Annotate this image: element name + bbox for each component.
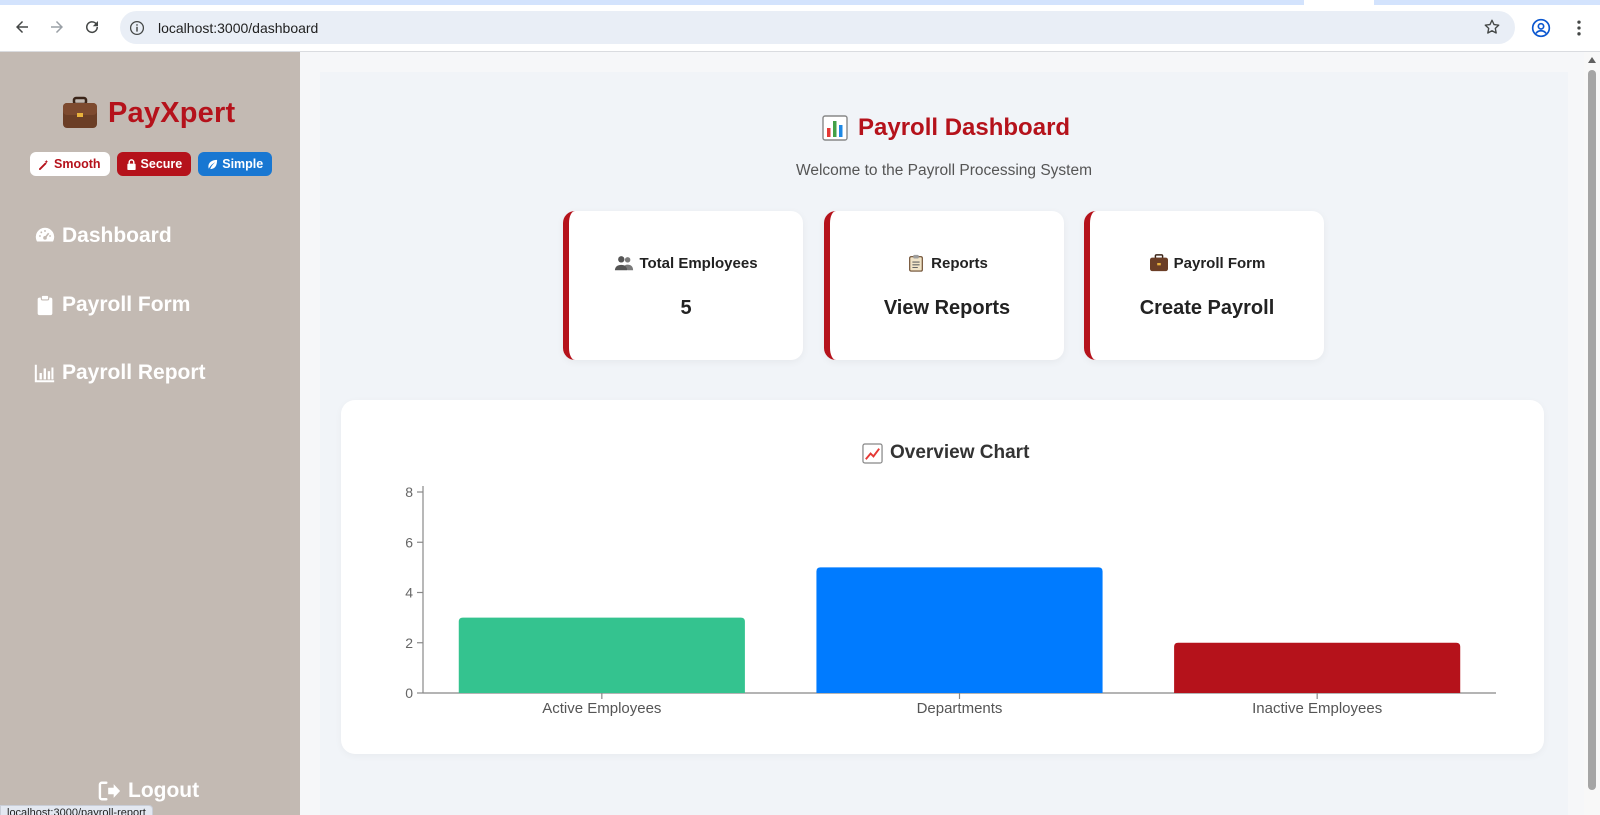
status-bar-url: localhost:3000/payroll-report bbox=[0, 805, 153, 815]
back-arrow-icon[interactable] bbox=[11, 16, 33, 38]
url-text: localhost:3000/dashboard bbox=[158, 19, 319, 36]
clipboard-icon bbox=[37, 294, 53, 316]
y-tick-label: 6 bbox=[405, 534, 413, 550]
briefcase-icon bbox=[1149, 254, 1168, 272]
more-menu-icon[interactable] bbox=[1570, 18, 1588, 38]
briefcase-icon bbox=[63, 96, 97, 128]
card-payroll-form[interactable]: Payroll Form Create Payroll bbox=[1084, 211, 1324, 360]
chart-bar bbox=[458, 617, 745, 693]
logout-label: Logout bbox=[128, 779, 200, 802]
overview-chart-card: Overview Chart 0 2 4 6 8 Active Employees Depa… bbox=[341, 400, 1544, 754]
card-header: Total Employees bbox=[569, 254, 803, 272]
y-tick-label: 4 bbox=[405, 585, 413, 601]
card-header: Reports bbox=[830, 254, 1064, 272]
x-tick-label: Active Employees bbox=[542, 700, 661, 717]
tab-strip bbox=[0, 0, 1600, 5]
logout-button[interactable]: Logout bbox=[98, 779, 199, 803]
scroll-thumb[interactable] bbox=[1588, 70, 1596, 790]
y-tick-label: 8 bbox=[405, 484, 413, 500]
badge-simple: Simple bbox=[198, 152, 273, 176]
badge-label: Simple bbox=[222, 157, 264, 171]
card-value: View Reports bbox=[883, 297, 1011, 319]
overview-bar-chart: 0 2 4 6 8 Active Employees Departments Inactive… bbox=[405, 484, 1496, 717]
bar-chart-icon bbox=[34, 364, 55, 383]
x-tick-label: Departments bbox=[917, 700, 1003, 717]
sidebar-item-payroll-form[interactable]: Payroll Form bbox=[34, 293, 190, 317]
card-reports[interactable]: Reports View Reports bbox=[824, 211, 1064, 360]
reload-icon[interactable] bbox=[81, 16, 103, 38]
y-tick-label: 2 bbox=[405, 635, 413, 651]
magic-wand-icon bbox=[39, 159, 49, 170]
sidebar-item-dashboard[interactable]: Dashboard bbox=[34, 224, 172, 248]
sidebar-item-payroll-report[interactable]: Payroll Report bbox=[34, 361, 206, 385]
site-info-icon[interactable] bbox=[128, 19, 146, 37]
card-total-employees[interactable]: Total Employees 5 bbox=[563, 211, 803, 360]
card-value: Create Payroll bbox=[1139, 297, 1275, 319]
scroll-up-arrow-icon[interactable] bbox=[1588, 57, 1596, 63]
card-title: Payroll Form bbox=[1173, 254, 1266, 272]
x-tick-label: Inactive Employees bbox=[1252, 700, 1382, 717]
sidebar: PayXpert Smooth Secure Simple Dashboard … bbox=[0, 52, 300, 815]
badge-label: Secure bbox=[140, 157, 183, 171]
sidebar-item-label: Payroll Form bbox=[62, 293, 191, 316]
people-icon bbox=[615, 256, 634, 271]
badge-row: Smooth Secure Simple bbox=[30, 152, 273, 176]
browser-toolbar: localhost:3000/dashboard bbox=[0, 0, 1600, 52]
forward-arrow-icon[interactable] bbox=[46, 16, 68, 38]
chart-bar bbox=[1174, 642, 1461, 693]
page-title: Payroll Dashboard bbox=[858, 114, 1071, 141]
card-value: 5 bbox=[680, 297, 692, 319]
brand-logo[interactable]: PayXpert bbox=[62, 96, 235, 130]
card-title: Reports bbox=[931, 254, 988, 272]
bookmark-star-icon[interactable] bbox=[1483, 18, 1501, 36]
leaf-icon bbox=[208, 159, 218, 169]
page-title-row: Payroll Dashboard bbox=[822, 114, 1070, 142]
profile-icon[interactable] bbox=[1531, 18, 1551, 38]
page-subtitle: Welcome to the Payroll Processing System bbox=[795, 162, 1093, 179]
logout-icon bbox=[98, 781, 121, 801]
badge-smooth: Smooth bbox=[30, 152, 110, 176]
lock-icon bbox=[126, 158, 136, 170]
chart-bar bbox=[816, 567, 1103, 693]
sidebar-item-label: Dashboard bbox=[62, 224, 172, 247]
page-scrollbar[interactable] bbox=[1584, 52, 1600, 815]
clipboard-icon bbox=[909, 254, 924, 272]
brand-name: PayXpert bbox=[108, 96, 236, 129]
badge-secure: Secure bbox=[116, 152, 192, 176]
sidebar-item-label: Payroll Report bbox=[62, 361, 206, 384]
card-header: Payroll Form bbox=[1090, 254, 1324, 272]
badge-label: Smooth bbox=[54, 157, 101, 171]
active-tab[interactable] bbox=[1304, 0, 1374, 5]
y-tick-label: 0 bbox=[405, 685, 413, 701]
bar-chart-icon bbox=[822, 115, 848, 141]
gauge-icon bbox=[35, 227, 55, 242]
card-title: Total Employees bbox=[639, 254, 758, 272]
address-bar[interactable]: localhost:3000/dashboard bbox=[120, 11, 1515, 44]
